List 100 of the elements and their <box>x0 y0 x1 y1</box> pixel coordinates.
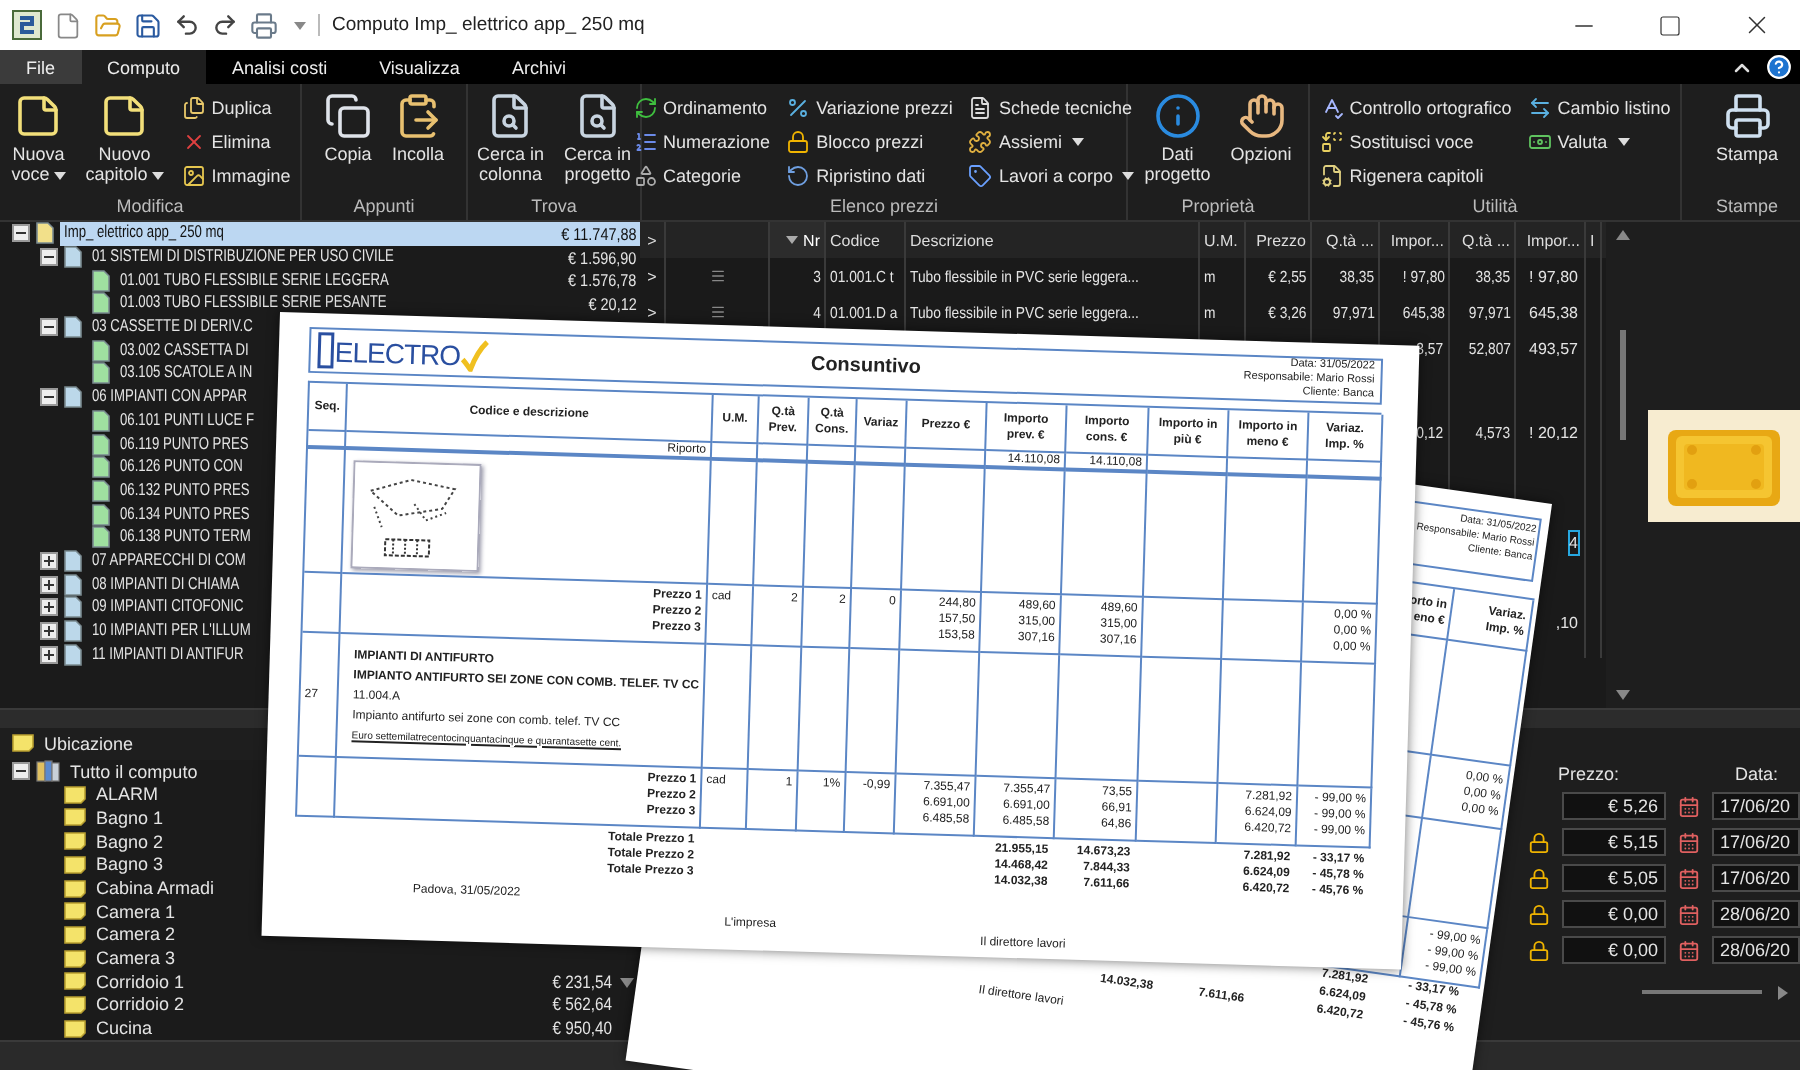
document-icon <box>64 316 82 339</box>
date-field[interactable]: 28/06/20 <box>1712 900 1800 928</box>
printer-icon[interactable] <box>250 11 278 39</box>
ribbon-button[interactable]: Variazione prezzi <box>784 92 955 124</box>
calendar-icon[interactable] <box>1678 867 1700 889</box>
collapse-icon[interactable] <box>40 388 58 407</box>
table-cell[interactable]: ! 20,12 <box>1527 419 1580 445</box>
ribbon-button[interactable]: Cerca in colonna <box>472 92 548 184</box>
menu-tab[interactable]: File <box>0 50 82 84</box>
lock-icon <box>786 130 811 154</box>
calendar-icon[interactable] <box>1678 939 1700 961</box>
collapse-icon[interactable] <box>40 248 58 267</box>
expand-icon[interactable] <box>40 575 58 594</box>
expand-icon[interactable] <box>40 551 58 570</box>
scrollbar-thumb[interactable] <box>1642 990 1762 994</box>
drag-handle-icon[interactable] <box>709 268 725 284</box>
undo-icon[interactable] <box>174 12 200 38</box>
new-document-icon[interactable] <box>54 11 82 39</box>
column-header[interactable]: Descrizione <box>906 222 1200 258</box>
scroll-down-icon[interactable] <box>1616 690 1630 700</box>
date-field[interactable]: 17/06/20 <box>1712 864 1800 892</box>
column-header[interactable]: Prezzo <box>1246 222 1312 258</box>
ribbon-button[interactable]: Numerazione <box>631 126 773 158</box>
tree-item[interactable]: 01.001 TUBO FLESSIBILE SERIE LEGGERA € 1.576,78 <box>116 268 640 293</box>
ribbon-button[interactable]: Opzioni <box>1226 92 1296 164</box>
date-field[interactable]: 17/06/20 <box>1712 792 1800 820</box>
menu-tab[interactable]: Analisi costi <box>206 50 354 84</box>
scrollbar-thumb[interactable] <box>1620 330 1626 440</box>
expand-icon[interactable] <box>40 598 58 617</box>
sticky-note-icon <box>64 972 86 991</box>
table-cell[interactable]: 493,57 <box>1527 335 1580 361</box>
menu-tab[interactable]: Archivi <box>485 50 592 84</box>
tree-item[interactable]: 01.003 TUBO FLESSIBILE SERIE PESANTE € 20,12 <box>116 292 640 316</box>
ribbon-button[interactable]: Stampa <box>1711 92 1783 164</box>
table-cell[interactable]: ,10 <box>1553 609 1580 635</box>
ribbon-button[interactable]: Ripristino dati <box>784 160 955 192</box>
help-icon[interactable] <box>1766 54 1792 80</box>
ribbon-button[interactable]: Duplica <box>179 92 293 124</box>
tree-item[interactable]: Corridoio 2 € 562,64 <box>92 993 616 1017</box>
column-header[interactable]: I <box>1586 222 1602 258</box>
calendar-icon[interactable] <box>1678 903 1700 925</box>
ribbon-button[interactable]: Blocco prezzi <box>784 126 955 158</box>
redo-icon[interactable] <box>212 12 238 38</box>
ribbon-button[interactable]: Immagine <box>179 160 293 192</box>
ribbon-button[interactable]: Cerca in progetto <box>560 92 636 184</box>
menu-tab[interactable]: Visualizza <box>353 50 486 84</box>
ribbon-button[interactable]: Nuovo capitolo <box>81 92 168 184</box>
price-field[interactable]: € 5,26 <box>1562 792 1666 820</box>
collapse-icon[interactable] <box>12 762 30 781</box>
ribbon-button[interactable]: Categorie <box>631 160 773 192</box>
ribbon-button[interactable]: Valuta <box>1525 126 1673 158</box>
ribbon-button[interactable]: Elimina <box>179 126 293 158</box>
drag-handle-icon[interactable] <box>709 304 725 320</box>
date-field[interactable]: 17/06/20 <box>1712 828 1800 856</box>
column-header[interactable]: Q.tà ... <box>1450 222 1516 258</box>
ribbon-button[interactable]: Dati progetto <box>1140 92 1215 184</box>
tree-item[interactable]: Cucina € 950,40 <box>92 1016 616 1040</box>
date-field[interactable]: 28/06/20 <box>1712 936 1800 964</box>
calendar-icon[interactable] <box>1678 795 1700 817</box>
maximize-icon[interactable] <box>1658 13 1682 37</box>
column-header[interactable]: Codice <box>826 222 906 258</box>
ribbon-button[interactable]: Rigenera capitoli <box>1317 160 1514 192</box>
ribbon-button[interactable]: Copia <box>319 92 376 164</box>
ribbon-button[interactable]: Cambio listino <box>1525 92 1673 124</box>
tree-item[interactable]: Imp_ elettrico app_ 250 mq € 11.747,88 <box>60 222 640 246</box>
scroll-right-icon[interactable] <box>1778 985 1788 999</box>
ribbon-button[interactable]: Controllo ortografico <box>1317 92 1514 124</box>
tree-label: 01.003 TUBO FLESSIBILE SERIE PESANTE <box>120 294 387 313</box>
calendar-icon[interactable] <box>1678 831 1700 853</box>
tree-item[interactable]: Corridoio 1 € 231,54 <box>92 969 616 994</box>
price-field[interactable]: € 5,05 <box>1562 864 1666 892</box>
tree-item[interactable]: 01 SISTEMI DI DISTRIBUZIONE PER USO CIVILE € 1.596,90 <box>88 245 640 269</box>
sticky-note-icon <box>64 879 86 898</box>
ribbon-button[interactable]: Assiemi <box>966 126 1137 158</box>
price-field[interactable]: € 0,00 <box>1562 900 1666 928</box>
column-header[interactable]: Nr <box>770 222 826 258</box>
table-cell <box>807 445 857 466</box>
ribbon-button[interactable]: Nuova voce <box>7 92 70 184</box>
price-field[interactable]: € 0,00 <box>1562 936 1666 964</box>
column-header[interactable]: Impor... <box>1380 222 1450 258</box>
scroll-up-icon[interactable] <box>1616 230 1630 240</box>
ribbon-button[interactable]: Lavori a corpo <box>966 160 1137 192</box>
column-header[interactable]: U.M. <box>1200 222 1246 258</box>
column-header[interactable]: Impor... <box>1516 222 1586 258</box>
table-cell[interactable]: ! 97,80 <box>1527 263 1580 289</box>
table-cell <box>711 442 759 463</box>
collapse-icon[interactable] <box>40 318 58 337</box>
expand-icon[interactable] <box>40 622 58 641</box>
price-field[interactable]: € 5,15 <box>1562 828 1666 856</box>
ribbon-button[interactable]: Schede tecniche <box>966 92 1137 124</box>
ribbon-button[interactable]: Ordinamento <box>631 92 773 124</box>
ribbon-button[interactable]: Incolla <box>387 92 448 164</box>
menu-tab[interactable]: Computo <box>81 50 207 84</box>
column-header[interactable]: Q.tà ... <box>1312 222 1380 258</box>
ribbon-button[interactable]: Sostituisci voce <box>1317 126 1514 158</box>
save-icon[interactable] <box>134 11 162 39</box>
expand-icon[interactable] <box>40 645 58 664</box>
table-cell[interactable]: 645,38 <box>1527 299 1580 325</box>
scroll-down-icon[interactable] <box>620 978 634 988</box>
collapse-icon[interactable] <box>12 224 30 243</box>
